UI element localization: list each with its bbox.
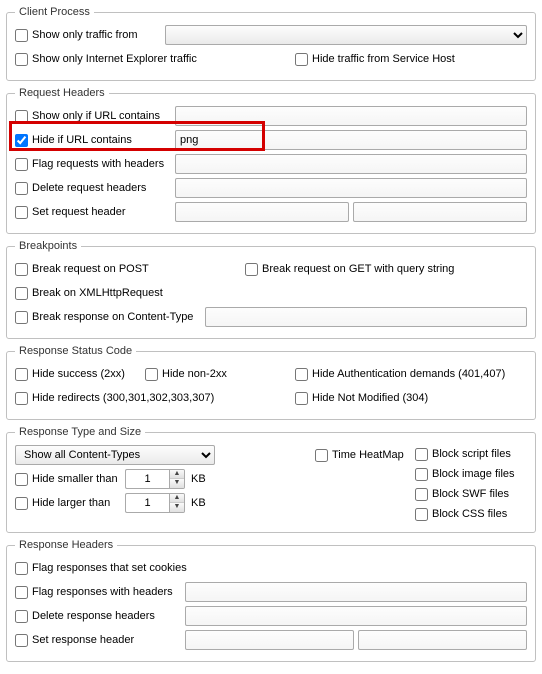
- process-combo[interactable]: [165, 25, 527, 45]
- delete-response-headers-checkbox[interactable]: [15, 610, 28, 623]
- delete-request-headers-input[interactable]: [175, 178, 527, 198]
- set-request-header-value-input[interactable]: [353, 202, 527, 222]
- flag-responses-headers-label: Flag responses with headers: [32, 586, 173, 598]
- delete-response-headers-input[interactable]: [185, 606, 527, 626]
- break-on-get-query-checkbox[interactable]: [245, 263, 258, 276]
- break-on-post-checkbox[interactable]: [15, 263, 28, 276]
- flag-cookies-label: Flag responses that set cookies: [32, 562, 187, 574]
- time-heatmap-checkbox[interactable]: [315, 449, 328, 462]
- flag-requests-headers-input[interactable]: [175, 154, 527, 174]
- hide-larger-input[interactable]: [125, 493, 169, 513]
- block-css-label: Block CSS files: [432, 508, 507, 520]
- break-on-xhr-label: Break on XMLHttpRequest: [32, 287, 163, 299]
- block-image-checkbox[interactable]: [415, 468, 428, 481]
- set-request-header-label: Set request header: [32, 206, 126, 218]
- time-heatmap-label: Time HeatMap: [332, 449, 404, 461]
- hide-smaller-spinner[interactable]: ▲▼: [125, 469, 185, 489]
- hide-auth-checkbox[interactable]: [295, 368, 308, 381]
- hide-if-url-input[interactable]: [175, 130, 527, 150]
- hide-redirects-label: Hide redirects (300,301,302,303,307): [32, 392, 214, 404]
- break-on-content-type-checkbox[interactable]: [15, 311, 28, 324]
- flag-responses-headers-input[interactable]: [185, 582, 527, 602]
- delete-response-headers-label: Delete response headers: [32, 610, 155, 622]
- block-script-label: Block script files: [432, 448, 511, 460]
- flag-cookies-checkbox[interactable]: [15, 562, 28, 575]
- show-only-traffic-from-label: Show only traffic from: [32, 29, 138, 41]
- show-only-ie-checkbox[interactable]: [15, 53, 28, 66]
- show-only-traffic-from-checkbox[interactable]: [15, 29, 28, 42]
- breakpoints-group: Breakpoints Break request on POST Break …: [6, 240, 536, 339]
- spinner-down-icon[interactable]: ▼: [170, 503, 184, 512]
- hide-larger-checkbox[interactable]: [15, 497, 28, 510]
- delete-request-headers-label: Delete request headers: [32, 182, 146, 194]
- set-response-header-checkbox[interactable]: [15, 634, 28, 647]
- delete-request-headers-checkbox[interactable]: [15, 182, 28, 195]
- spinner-up-icon[interactable]: ▲: [170, 494, 184, 503]
- set-request-header-name-input[interactable]: [175, 202, 349, 222]
- flag-responses-headers-checkbox[interactable]: [15, 586, 28, 599]
- show-only-url-checkbox[interactable]: [15, 110, 28, 123]
- hide-redirects-checkbox[interactable]: [15, 392, 28, 405]
- hide-not-modified-label: Hide Not Modified (304): [312, 392, 428, 404]
- hide-service-host-checkbox[interactable]: [295, 53, 308, 66]
- breakpoints-legend: Breakpoints: [15, 240, 81, 252]
- hide-larger-unit: KB: [191, 497, 206, 509]
- flag-requests-headers-checkbox[interactable]: [15, 158, 28, 171]
- set-response-header-value-input[interactable]: [358, 630, 527, 650]
- hide-success-checkbox[interactable]: [15, 368, 28, 381]
- hide-smaller-label: Hide smaller than: [32, 473, 118, 485]
- block-image-label: Block image files: [432, 468, 515, 480]
- break-on-content-type-label: Break response on Content-Type: [32, 311, 193, 323]
- block-css-checkbox[interactable]: [415, 508, 428, 521]
- response-headers-legend: Response Headers: [15, 539, 117, 551]
- hide-if-url-checkbox[interactable]: [15, 134, 28, 147]
- show-only-ie-label: Show only Internet Explorer traffic: [32, 53, 197, 65]
- break-on-get-query-label: Break request on GET with query string: [262, 263, 454, 275]
- client-process-legend: Client Process: [15, 6, 94, 18]
- request-headers-legend: Request Headers: [15, 87, 109, 99]
- set-request-header-checkbox[interactable]: [15, 206, 28, 219]
- hide-success-label: Hide success (2xx): [32, 368, 125, 380]
- request-headers-group: Request Headers Show only if URL contain…: [6, 87, 536, 234]
- hide-smaller-unit: KB: [191, 473, 206, 485]
- hide-not-modified-checkbox[interactable]: [295, 392, 308, 405]
- hide-larger-label: Hide larger than: [32, 497, 110, 509]
- client-process-group: Client Process Show only traffic from Sh…: [6, 6, 536, 81]
- hide-if-url-label: Hide if URL contains: [32, 134, 132, 146]
- break-on-content-type-input[interactable]: [205, 307, 527, 327]
- hide-service-host-label: Hide traffic from Service Host: [312, 53, 455, 65]
- status-code-legend: Response Status Code: [15, 345, 136, 357]
- set-response-header-name-input[interactable]: [185, 630, 354, 650]
- show-only-url-input[interactable]: [175, 106, 527, 126]
- break-on-xhr-checkbox[interactable]: [15, 287, 28, 300]
- block-swf-checkbox[interactable]: [415, 488, 428, 501]
- block-swf-label: Block SWF files: [432, 488, 509, 500]
- type-size-legend: Response Type and Size: [15, 426, 145, 438]
- hide-non2xx-checkbox[interactable]: [145, 368, 158, 381]
- break-on-post-label: Break request on POST: [32, 263, 149, 275]
- type-size-group: Response Type and Size Show all Content-…: [6, 426, 536, 533]
- content-types-combo[interactable]: Show all Content-Types: [15, 445, 215, 465]
- response-headers-group: Response Headers Flag responses that set…: [6, 539, 536, 662]
- hide-smaller-checkbox[interactable]: [15, 473, 28, 486]
- set-response-header-label: Set response header: [32, 634, 134, 646]
- hide-non2xx-label: Hide non-2xx: [162, 368, 227, 380]
- spinner-up-icon[interactable]: ▲: [170, 470, 184, 479]
- spinner-down-icon[interactable]: ▼: [170, 479, 184, 488]
- hide-auth-label: Hide Authentication demands (401,407): [312, 368, 505, 380]
- hide-larger-spinner[interactable]: ▲▼: [125, 493, 185, 513]
- status-code-group: Response Status Code Hide success (2xx) …: [6, 345, 536, 420]
- block-script-checkbox[interactable]: [415, 448, 428, 461]
- hide-smaller-input[interactable]: [125, 469, 169, 489]
- flag-requests-headers-label: Flag requests with headers: [32, 158, 164, 170]
- show-only-url-label: Show only if URL contains: [32, 110, 160, 122]
